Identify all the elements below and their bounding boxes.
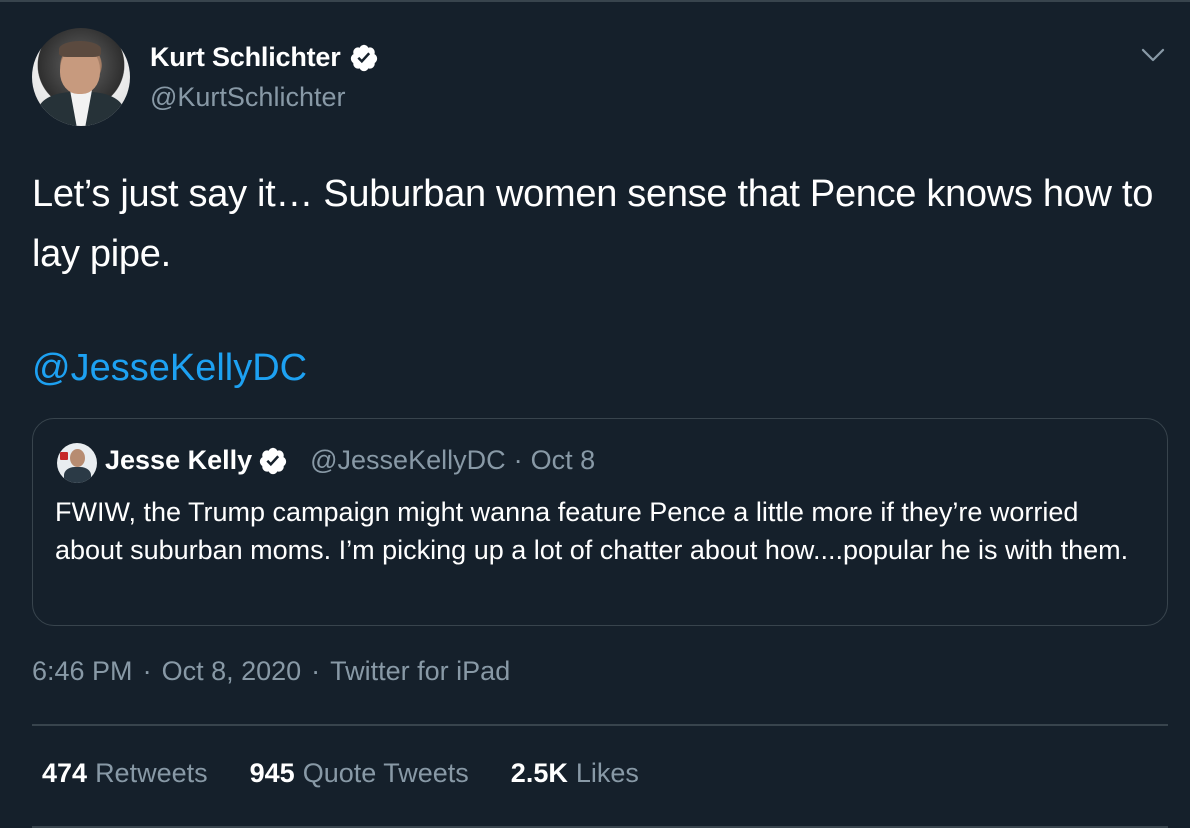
author-handle[interactable]: @KurtSchlichter: [150, 82, 345, 113]
avatar-hair: [59, 41, 101, 57]
tweet-source[interactable]: Twitter for iPad: [330, 656, 510, 686]
likes-label: Likes: [575, 758, 639, 788]
retweets-count: 474: [42, 758, 88, 788]
retweets-label: Retweets: [95, 758, 208, 788]
quote-tweets-stat[interactable]: 945 Quote Tweets: [250, 758, 469, 789]
author-avatar[interactable]: [32, 28, 130, 126]
chevron-down-icon[interactable]: [1138, 40, 1168, 70]
tweet-body-text: Let’s just say it… Suburban women sense …: [32, 173, 1154, 275]
verified-badge-icon: [259, 447, 287, 474]
tweet-stats: 474 Retweets 945 Quote Tweets 2.5K Likes: [42, 758, 681, 789]
tweet-time[interactable]: 6:46 PM: [32, 656, 133, 686]
meta-separator: ·: [142, 656, 152, 686]
verified-badge-icon: [350, 44, 377, 71]
author-display-name[interactable]: Kurt Schlichter: [150, 42, 341, 73]
quoted-author-avatar: [57, 443, 97, 483]
quote-tweets-count: 945: [249, 758, 295, 788]
quote-tweets-label: Quote Tweets: [302, 758, 469, 788]
quoted-avatar-face: [70, 449, 85, 467]
quoted-display-name: Jesse Kelly: [105, 445, 253, 475]
mention-link[interactable]: @JesseKellyDC: [32, 342, 307, 394]
quoted-separator: ·: [513, 445, 523, 475]
tweet-detail: Kurt Schlichter @KurtSchlichter Let’s ju…: [0, 0, 1190, 828]
tweet-header: Kurt Schlichter @KurtSchlichter: [32, 28, 1172, 130]
likes-stat[interactable]: 2.5K Likes: [511, 758, 639, 789]
quoted-avatar-logo: [60, 452, 68, 460]
likes-count: 2.5K: [510, 758, 568, 788]
quoted-handle: @JesseKellyDC: [310, 445, 506, 475]
tweet-date[interactable]: Oct 8, 2020: [162, 656, 302, 686]
quoted-header-row: Jesse Kelly @JesseKellyDC · Oct 8: [105, 445, 595, 476]
author-name-row: Kurt Schlichter: [150, 42, 379, 73]
quoted-tweet-card[interactable]: Jesse Kelly @JesseKellyDC · Oct 8 FWIW, …: [32, 418, 1168, 626]
divider: [32, 724, 1168, 726]
meta-separator: ·: [311, 656, 321, 686]
divider: [32, 826, 1168, 828]
retweets-stat[interactable]: 474 Retweets: [42, 758, 208, 789]
quoted-date: Oct 8: [530, 445, 596, 475]
quoted-tweet-text: FWIW, the Trump campaign might wanna fea…: [55, 497, 1129, 565]
tweet-meta: 6:46 PM · Oct 8, 2020 · Twitter for iPad: [32, 656, 510, 687]
quoted-avatar-body: [64, 467, 91, 483]
